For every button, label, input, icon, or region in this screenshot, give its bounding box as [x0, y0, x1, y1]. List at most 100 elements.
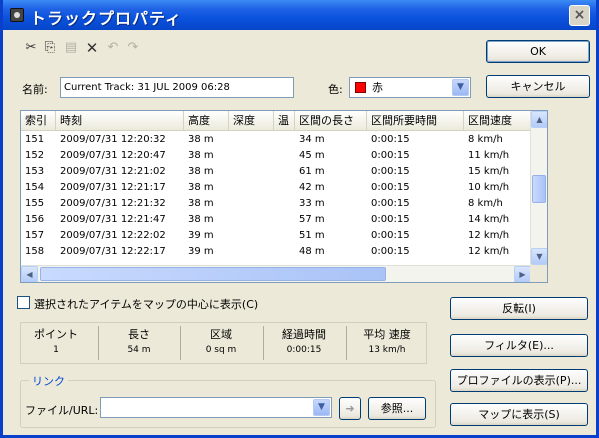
- title-bar[interactable]: トラックプロパティ ×: [3, 0, 596, 30]
- cell-temp: [274, 228, 295, 243]
- col-leg-time[interactable]: 区間所要時間: [367, 111, 464, 131]
- cell-index: 157: [25, 230, 45, 241]
- cell-leg-time: 0:00:15: [371, 182, 410, 193]
- color-select[interactable]: 赤 ▼: [349, 77, 471, 98]
- table-row[interactable]: 157 2009/07/31 12:22:02 39 m 51 m 0:00:15 12 …: [21, 228, 531, 243]
- ok-button[interactable]: OK: [486, 40, 590, 63]
- track-points-table[interactable]: 索引 時刻 高度 深度 温 区間の長さ 区間所要時間 区間速度 151 2009/…: [20, 110, 548, 283]
- scroll-up-icon[interactable]: ▲: [531, 111, 547, 128]
- open-link-icon[interactable]: ➜: [339, 397, 361, 420]
- summary-length: 長さ 54 m: [99, 323, 179, 363]
- cell-leg-time: 0:00:15: [371, 198, 410, 209]
- cell-leg-time: 0:00:15: [371, 134, 410, 145]
- name-field[interactable]: Current Track: 31 JUL 2009 06:28: [60, 77, 294, 98]
- show-on-map-button[interactable]: マップに表示(S): [450, 403, 588, 426]
- points-value: 1: [53, 345, 59, 355]
- cell-leg-time: 0:00:15: [371, 150, 410, 161]
- table-row[interactable]: 156 2009/07/31 12:21:47 38 m 57 m 0:00:15 14 …: [21, 212, 531, 227]
- cell-time: 2009/07/31 12:20:32: [60, 134, 166, 145]
- cell-time: 2009/07/31 12:21:32: [60, 198, 166, 209]
- area-value: 0 sq m: [205, 345, 237, 355]
- cell-depth: [229, 244, 274, 259]
- col-time[interactable]: 時刻: [56, 111, 184, 131]
- col-altitude[interactable]: 高度: [184, 111, 229, 131]
- cell-temp: [274, 132, 295, 147]
- cell-time: 2009/07/31 12:22:02: [60, 230, 166, 241]
- cell-leg-length: 42 m: [299, 182, 325, 193]
- cell-leg-length: 57 m: [299, 214, 325, 225]
- scroll-down-icon[interactable]: ▼: [531, 248, 547, 265]
- vertical-scroll-thumb[interactable]: [532, 175, 546, 203]
- table-row[interactable]: 153 2009/07/31 12:21:02 38 m 61 m 0:00:15 15 …: [21, 164, 531, 179]
- summary-points: ポイント 1: [21, 323, 91, 363]
- copy-icon[interactable]: ⎘: [42, 40, 58, 56]
- show-profile-button[interactable]: プロファイルの表示(P)...: [450, 369, 588, 392]
- col-temp[interactable]: 温: [274, 111, 295, 131]
- undo-icon[interactable]: ↶: [105, 40, 121, 56]
- horizontal-scrollbar[interactable]: ◀ ▶: [21, 265, 531, 282]
- cell-leg-length: 45 m: [299, 150, 325, 161]
- summary-panel: ポイント 1 長さ 54 m 区域 0 sq m 経過時間 0:00:15 平均…: [20, 322, 427, 364]
- file-url-field[interactable]: ▼: [100, 397, 332, 418]
- scroll-right-icon[interactable]: ▶: [514, 266, 531, 282]
- cell-leg-speed: 12 km/h: [468, 230, 510, 241]
- points-label: ポイント: [34, 328, 78, 341]
- cell-temp: [274, 196, 295, 211]
- cancel-button[interactable]: キャンセル: [486, 75, 590, 98]
- center-on-map-checkbox[interactable]: [17, 296, 30, 309]
- filter-button[interactable]: フィルタ(E)...: [450, 334, 588, 357]
- vertical-scrollbar[interactable]: ▲ ▼: [530, 111, 547, 265]
- link-group-label: リンク: [29, 373, 68, 389]
- gps-device-icon: [10, 8, 24, 22]
- file-url-label: ファイル/URL:: [25, 404, 99, 417]
- horizontal-scroll-thumb[interactable]: [40, 267, 386, 281]
- col-leg-length[interactable]: 区間の長さ: [295, 111, 367, 131]
- table-row[interactable]: 151 2009/07/31 12:20:32 38 m 34 m 0:00:15 8 k…: [21, 132, 531, 147]
- chevron-down-icon[interactable]: ▼: [313, 399, 330, 416]
- col-index[interactable]: 索引: [21, 111, 56, 131]
- cell-leg-time: 0:00:15: [371, 246, 410, 257]
- scrollbar-corner: [530, 265, 547, 282]
- name-label: 名前:: [22, 83, 48, 96]
- cell-leg-speed: 8 km/h: [468, 134, 503, 145]
- cell-temp: [274, 244, 295, 259]
- cell-leg-speed: 12 km/h: [468, 246, 510, 257]
- cell-depth: [229, 132, 274, 147]
- color-value: 赤: [372, 81, 383, 94]
- cell-altitude: 38 m: [188, 150, 214, 161]
- area-label: 区域: [210, 328, 232, 341]
- col-leg-speed[interactable]: 区間速度: [464, 111, 531, 131]
- cell-leg-time: 0:00:15: [371, 214, 410, 225]
- paste-icon[interactable]: ▤: [63, 40, 79, 56]
- center-on-map-label[interactable]: 選択されたアイテムをマップの中心に表示(C): [34, 296, 258, 312]
- table-row[interactable]: 154 2009/07/31 12:21:17 38 m 42 m 0:00:15 10 …: [21, 180, 531, 195]
- col-depth[interactable]: 深度: [229, 111, 274, 131]
- cell-index: 154: [25, 182, 45, 193]
- cell-depth: [229, 148, 274, 163]
- cell-leg-speed: 8 km/h: [468, 198, 503, 209]
- cell-altitude: 39 m: [188, 246, 214, 257]
- cell-leg-length: 51 m: [299, 230, 325, 241]
- table-row[interactable]: 155 2009/07/31 12:21:32 38 m 33 m 0:00:15 8 k…: [21, 196, 531, 211]
- table-row[interactable]: 158 2009/07/31 12:22:17 39 m 48 m 0:00:15 12 …: [21, 244, 531, 259]
- avg-speed-value: 13 km/h: [368, 345, 406, 355]
- delete-icon[interactable]: ✕: [84, 40, 100, 56]
- cell-altitude: 38 m: [188, 198, 214, 209]
- close-button[interactable]: ×: [569, 5, 590, 26]
- cut-icon[interactable]: ✂: [23, 40, 39, 56]
- browse-button[interactable]: 参照...: [368, 397, 426, 420]
- chevron-down-icon[interactable]: ▼: [452, 79, 469, 96]
- cell-depth: [229, 164, 274, 179]
- table-row[interactable]: 152 2009/07/31 12:20:47 38 m 45 m 0:00:15 11 …: [21, 148, 531, 163]
- scroll-left-icon[interactable]: ◀: [21, 266, 38, 282]
- length-value: 54 m: [127, 345, 151, 355]
- reverse-button[interactable]: 反転(I): [450, 297, 588, 320]
- color-swatch: [355, 82, 366, 93]
- cell-leg-speed: 10 km/h: [468, 182, 510, 193]
- cell-index: 156: [25, 214, 45, 225]
- cell-depth: [229, 228, 274, 243]
- elapsed-value: 0:00:15: [286, 345, 322, 355]
- summary-elapsed: 経過時間 0:00:15: [264, 323, 344, 363]
- cell-temp: [274, 148, 295, 163]
- redo-icon[interactable]: ↷: [125, 40, 141, 56]
